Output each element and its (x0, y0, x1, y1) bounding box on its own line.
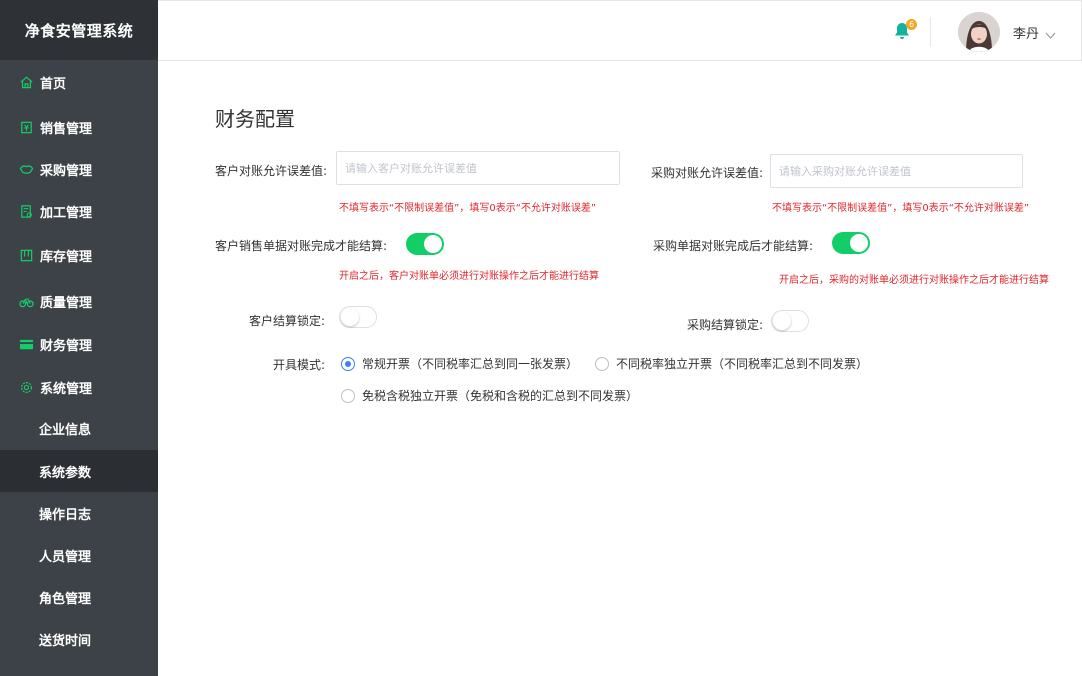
sidebar-subitem-label: 操作日志 (39, 507, 92, 523)
sidebar-item-label: 质量管理 (40, 295, 93, 311)
header-divider (930, 17, 931, 47)
radio-dot (341, 356, 355, 371)
radio-dot (341, 388, 355, 403)
sidebar-subitem-label: 企业信息 (39, 422, 92, 438)
purchase-settle-reconcile-label: 采购单据对账完成后才能结算: (653, 239, 814, 253)
quality-icon (18, 293, 34, 309)
customer-settle-reconcile-label: 客户销售单据对账完成才能结算: (215, 239, 388, 253)
sidebar: 净食安管理系统 首页 销售管理 采购管理 加工管理 库存管理 质量管理 财务管理… (0, 0, 158, 676)
top-header: 6 李丹 (158, 0, 1082, 61)
sales-icon (18, 119, 34, 135)
sidebar-subitem-staff[interactable]: 人员管理 (0, 534, 158, 576)
switch-knob (424, 235, 442, 253)
customer-tolerance-hint: 不填写表示“不限制误差值”，填写0表示“不允许对账误差” (339, 203, 597, 214)
radio-label: 常规开票（不同税率汇总到同一张发票） (362, 357, 579, 371)
sidebar-subitem-label: 角色管理 (39, 591, 92, 607)
customer-settle-lock-switch[interactable] (339, 306, 377, 328)
purchase-tolerance-input[interactable] (770, 154, 1023, 188)
sidebar-subitem-system-params[interactable]: 系统参数 (0, 450, 158, 492)
sidebar-item-home[interactable]: 首页 (0, 61, 158, 103)
notification-badge: 6 (906, 19, 917, 30)
inventory-icon (18, 247, 34, 263)
sidebar-subitem-roles[interactable]: 角色管理 (0, 576, 158, 618)
switch-knob (850, 234, 868, 252)
switch-knob (773, 312, 791, 330)
sidebar-subitem-operation-log[interactable]: 操作日志 (0, 492, 158, 534)
radio-label: 不同税率独立开票（不同税率汇总到不同发票） (616, 357, 869, 371)
processing-icon (18, 203, 34, 219)
sidebar-subitem-delivery-time[interactable]: 送货时间 (0, 618, 158, 660)
sidebar-item-label: 销售管理 (40, 121, 93, 137)
purchase-tolerance-label: 采购对账允许误差值: (651, 166, 764, 180)
purchase-settle-lock-switch[interactable] (771, 310, 809, 332)
brand-title: 净食安管理系统 (0, 0, 158, 60)
user-name[interactable]: 李丹 (1013, 23, 1039, 42)
sidebar-item-label: 首页 (40, 76, 67, 92)
customer-settle-lock-label: 客户结算锁定: (249, 314, 326, 328)
sidebar-item-label: 库存管理 (40, 249, 93, 265)
switch-knob (341, 308, 359, 326)
radio-label: 免税含税独立开票（免税和含税的汇总到不同发票） (362, 389, 639, 403)
chevron-down-icon[interactable] (1045, 26, 1056, 39)
customer-settle-reconcile-hint: 开启之后，客户对账单必须进行对账操作之后才能进行结算 (339, 271, 599, 282)
sidebar-item-label: 采购管理 (40, 163, 93, 179)
customer-tolerance-input[interactable] (336, 151, 620, 185)
sidebar-item-system[interactable]: 系统管理 (0, 366, 158, 408)
sidebar-item-sales[interactable]: 销售管理 (0, 106, 158, 148)
purchase-settle-reconcile-hint: 开启之后，采购的对账单必须进行对账操作之后才能进行结算 (779, 275, 1049, 286)
sidebar-subitem-label: 人员管理 (39, 549, 92, 565)
page-title: 财务配置 (215, 107, 295, 131)
sidebar-item-label: 加工管理 (40, 205, 93, 221)
finance-icon (18, 336, 34, 352)
customer-settle-reconcile-switch[interactable] (406, 233, 444, 255)
sidebar-item-processing[interactable]: 加工管理 (0, 190, 158, 232)
purchase-icon (18, 161, 34, 177)
purchase-settle-lock-label: 采购结算锁定: (687, 318, 764, 332)
sidebar-item-inventory[interactable]: 库存管理 (0, 234, 158, 276)
avatar[interactable] (958, 12, 1000, 52)
purchase-settle-reconcile-switch[interactable] (832, 232, 870, 254)
sidebar-item-finance[interactable]: 财务管理 (0, 323, 158, 365)
home-icon (18, 74, 34, 90)
invoice-mode-label: 开具模式: (273, 358, 326, 372)
sidebar-item-quality[interactable]: 质量管理 (0, 280, 158, 322)
sidebar-subitem-label: 送货时间 (39, 633, 92, 649)
sidebar-subitem-company-info[interactable]: 企业信息 (0, 407, 158, 449)
customer-tolerance-label: 客户对账允许误差值: (215, 164, 328, 178)
radio-dot (595, 356, 609, 371)
app-root: 净食安管理系统 首页 销售管理 采购管理 加工管理 库存管理 质量管理 财务管理… (0, 0, 1082, 676)
invoice-mode-tax-free-radio[interactable]: 免税含税独立开票（免税和含税的汇总到不同发票） (341, 387, 638, 404)
sidebar-item-label: 系统管理 (40, 381, 93, 397)
invoice-mode-regular-radio[interactable]: 常规开票（不同税率汇总到同一张发票） (341, 355, 578, 372)
sidebar-item-label: 财务管理 (40, 338, 93, 354)
purchase-tolerance-hint: 不填写表示“不限制误差值”，填写0表示“不允许对账误差” (772, 203, 1030, 214)
sidebar-item-purchase[interactable]: 采购管理 (0, 148, 158, 190)
gear-icon (18, 379, 34, 395)
sidebar-subitem-label: 系统参数 (39, 465, 92, 481)
invoice-mode-by-tax-rate-radio[interactable]: 不同税率独立开票（不同税率汇总到不同发票） (595, 355, 868, 372)
